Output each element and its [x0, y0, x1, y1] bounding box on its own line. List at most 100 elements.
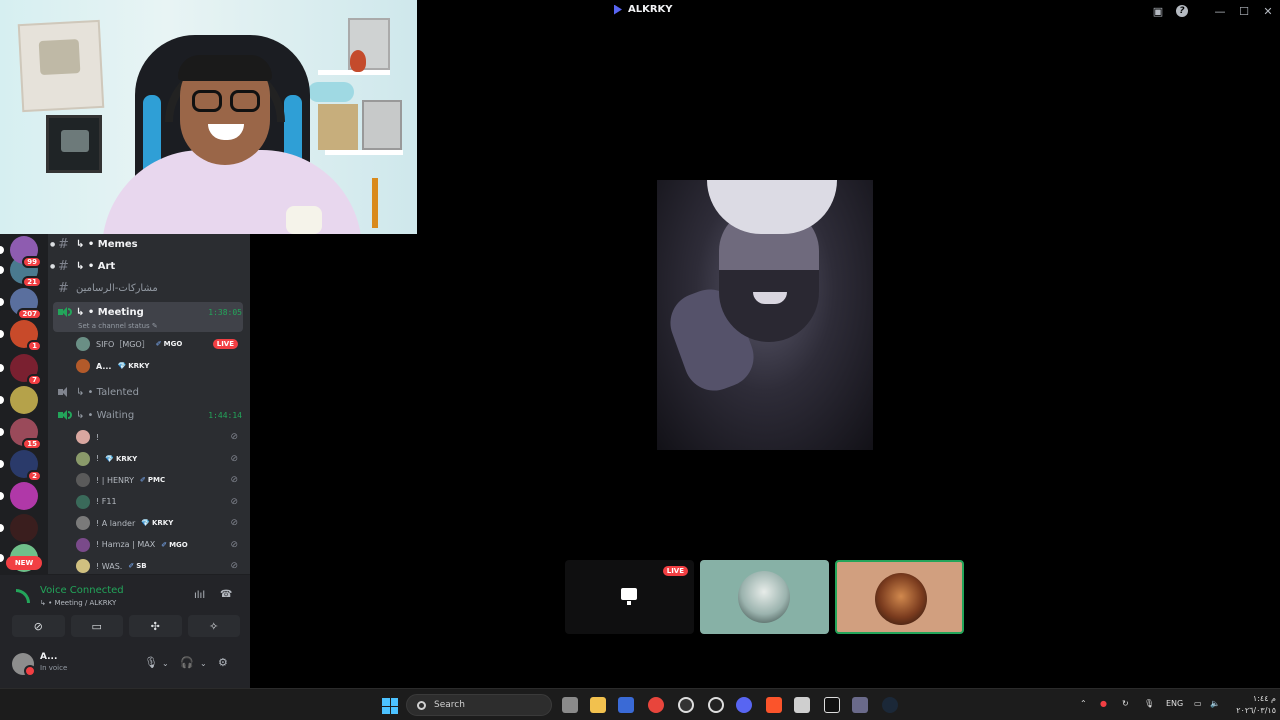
user-status: In voice	[40, 664, 68, 672]
channel-art[interactable]: ● # ↳ • Art	[48, 256, 250, 276]
app-icon[interactable]	[852, 697, 868, 713]
file-explorer-icon[interactable]	[590, 697, 606, 713]
server-icon[interactable]: 7	[0, 354, 42, 386]
network-icon[interactable]: ▭	[1194, 699, 1202, 708]
language-indicator[interactable]: ENG	[1166, 699, 1183, 708]
stream-tile[interactable]: LIVE	[565, 560, 694, 634]
avatar[interactable]	[12, 653, 36, 677]
channel-waiting[interactable]: ↳ • Waiting 1:44:14	[48, 405, 250, 425]
unread-indicator-icon	[0, 524, 4, 532]
tray-app-icon[interactable]: ●	[1100, 699, 1107, 708]
voice-member[interactable]: ! 💎 KRKY ⊘	[76, 450, 246, 468]
brave-icon[interactable]	[766, 697, 782, 713]
channel-meeting[interactable]: ↳ • Meeting 1:38:05	[48, 302, 250, 322]
unread-indicator-icon	[0, 266, 4, 274]
tag-text: MGO	[169, 540, 188, 549]
voice-member[interactable]: ! Hamza | MAX ✐ MGO ⊘	[76, 536, 246, 554]
server-icon[interactable]: 15	[0, 418, 42, 450]
member-name: SIFO［MGO］	[96, 339, 150, 349]
avatar	[875, 573, 927, 625]
microphone-icon[interactable]: 🎙	[1144, 699, 1154, 708]
activities-button[interactable]: ✣	[129, 615, 182, 637]
voice-member[interactable]: ! WAS. ✐ SB ⊘	[76, 557, 246, 574]
noise-suppression-icon[interactable]: ılıl	[194, 590, 205, 601]
task-view-icon[interactable]	[562, 697, 578, 713]
member-name: !	[96, 454, 100, 463]
clock-date: ٢٠٢٦/٠٣/١٥	[1236, 706, 1276, 715]
windows-start-icon[interactable]	[382, 698, 398, 714]
server-icon[interactable]: 207	[0, 288, 42, 320]
voice-member[interactable]: ! F11 ⊘	[76, 493, 246, 511]
chevron-down-icon[interactable]: ⌄	[162, 659, 169, 668]
avatar	[76, 516, 90, 530]
participant-tile[interactable]	[700, 560, 829, 634]
new-badge[interactable]: NEW	[6, 556, 42, 570]
screen-share-button[interactable]: ▭	[70, 615, 123, 637]
channel-talented[interactable]: ↳ • Talented	[48, 382, 250, 402]
server-icon[interactable]: 1	[0, 320, 42, 352]
server-icon[interactable]: 2	[0, 450, 42, 482]
server-icon[interactable]: 99	[0, 236, 42, 268]
text-channel-icon: #	[58, 236, 69, 252]
mic-muted-icon: ⊘	[230, 518, 238, 528]
close-button[interactable]: ✕	[1256, 0, 1280, 22]
sync-icon[interactable]: ↻	[1122, 699, 1129, 708]
voice-connected-panel: Voice Connected ↳ • Meeting / ALKRKY ılı…	[0, 574, 250, 640]
speaker-icon	[58, 409, 72, 421]
camera-off-button[interactable]: ⊘	[12, 615, 65, 637]
voice-member[interactable]: ! | HENRY ✐ PMC ⊘	[76, 471, 246, 489]
channel-status[interactable]: Set a channel status ✎	[78, 322, 158, 330]
unread-indicator-icon	[0, 298, 4, 306]
member-name: ! Hamza | MAX	[96, 540, 156, 549]
inbox-icon[interactable]: ▣	[1146, 0, 1170, 22]
channel-artists-sharing[interactable]: # مشاركات-الرسامين	[48, 278, 250, 298]
avatar	[76, 337, 90, 351]
clock[interactable]: م ١:٤٤ ٢٠٢٦/٠٣/١٥	[1232, 693, 1276, 717]
voice-member[interactable]: SIFO［MGO］ ✐ MGO LIVE	[76, 335, 246, 353]
channel-memes[interactable]: ● # ↳ • Memes	[48, 234, 250, 254]
microphone-icon[interactable]: 🎙	[144, 656, 158, 669]
maximize-button[interactable]: ☐	[1232, 0, 1256, 22]
search-icon	[417, 700, 426, 710]
server-icon[interactable]	[0, 386, 38, 414]
app-icon[interactable]	[794, 697, 810, 713]
avatar	[76, 451, 90, 466]
help-icon[interactable]: ?	[1170, 0, 1194, 22]
store-icon[interactable]	[618, 697, 634, 713]
app-icon[interactable]	[678, 697, 694, 713]
gear-icon[interactable]: ⚙	[218, 656, 228, 669]
capcut-icon[interactable]	[824, 697, 840, 713]
signal-icon[interactable]	[16, 589, 30, 603]
disconnect-icon[interactable]: ☎	[220, 589, 232, 600]
clock-time: م ١:٤٤	[1252, 694, 1276, 703]
voice-member[interactable]: A... 💎 KRKY	[76, 357, 246, 375]
taskbar-search[interactable]: Search	[406, 694, 552, 716]
voice-status-title[interactable]: Voice Connected	[40, 585, 124, 596]
avatar	[76, 430, 90, 444]
chevron-up-icon[interactable]: ⌃	[1080, 699, 1087, 708]
participant-tile-speaking[interactable]	[835, 560, 964, 634]
mention-badge: 15	[22, 438, 42, 450]
minimize-button[interactable]: —	[1208, 0, 1232, 22]
tag-icon: 💎	[141, 519, 150, 527]
voice-channel-path[interactable]: ↳ • Meeting / ALKRKY	[40, 599, 116, 607]
unread-indicator-icon	[0, 554, 4, 562]
chevron-down-icon[interactable]: ⌄	[200, 659, 207, 668]
mic-muted-icon: ⊘	[230, 453, 238, 464]
mention-badge: 207	[17, 308, 42, 320]
volume-icon[interactable]: 🔈	[1210, 699, 1220, 708]
soundboard-button[interactable]: ✧	[187, 615, 240, 637]
steam-icon[interactable]	[882, 697, 898, 713]
headphones-icon[interactable]: 🎧	[180, 656, 194, 669]
discord-icon[interactable]	[736, 697, 752, 713]
server-icon[interactable]	[0, 514, 38, 542]
voice-member[interactable]: ! A lander 💎 KRKY ⊘	[76, 514, 246, 532]
main-stream-video[interactable]	[657, 180, 873, 450]
steam-deck-icon[interactable]	[708, 697, 724, 713]
username[interactable]: A...	[40, 652, 57, 662]
mic-muted-icon: ⊘	[230, 496, 238, 507]
server-icon[interactable]	[0, 482, 38, 510]
mention-badge: 1	[27, 340, 42, 352]
voice-member[interactable]: ! ⊘	[76, 428, 246, 446]
chrome-icon[interactable]	[648, 697, 664, 713]
